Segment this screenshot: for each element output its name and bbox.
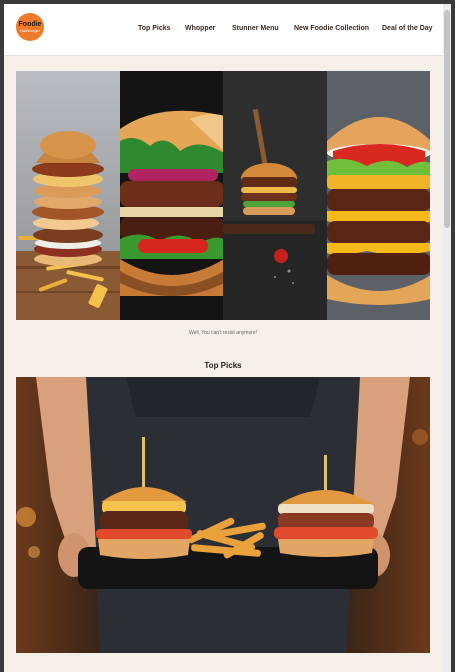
hero-image-stacked-burger bbox=[16, 71, 120, 320]
vertical-scrollbar[interactable] bbox=[443, 4, 451, 672]
navbar: Foodie Hamburger Top Picks Whopper Stunn… bbox=[4, 4, 443, 56]
nav-top-picks[interactable]: Top Picks bbox=[138, 25, 171, 32]
hero-image-skewer-burger bbox=[223, 71, 327, 320]
nav-stunner-menu[interactable]: Stunner Menu bbox=[232, 25, 279, 32]
hero-image-closeup-burger bbox=[119, 71, 223, 320]
brand-tagline: Hamburger bbox=[19, 28, 40, 33]
nav-new-foodie-collection[interactable]: New Foodie Collection bbox=[294, 25, 369, 32]
brand-name: Foodie bbox=[18, 21, 42, 28]
hero-image-cheeseburger bbox=[326, 71, 430, 320]
nav-whopper[interactable]: Whopper bbox=[185, 25, 215, 32]
scrollbar-thumb[interactable] bbox=[444, 10, 450, 228]
nav-deal-of-the-day[interactable]: Deal of the Day bbox=[382, 25, 433, 32]
hero-caption: Well, You can't resist anymore! bbox=[188, 330, 258, 336]
browser-window: Foodie Hamburger Top Picks Whopper Stunn… bbox=[4, 4, 451, 672]
top-picks-title: Top Picks bbox=[204, 361, 242, 370]
top-picks-image bbox=[16, 377, 430, 653]
hero-burger-collage bbox=[16, 71, 430, 320]
brand-logo[interactable]: Foodie Hamburger bbox=[16, 13, 44, 41]
